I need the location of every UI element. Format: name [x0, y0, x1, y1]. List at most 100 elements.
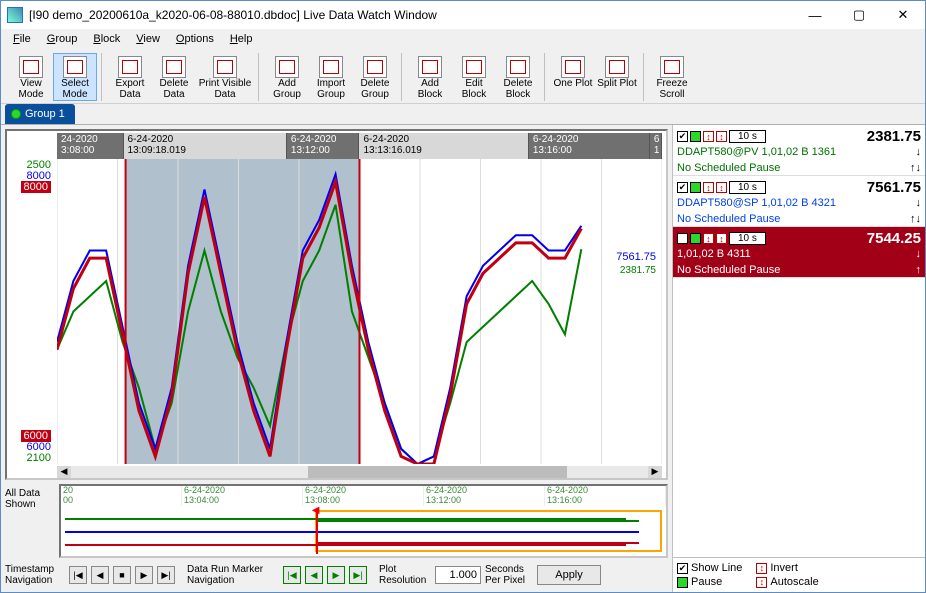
signal-show-checkbox[interactable]: ✔ [677, 182, 688, 193]
maximize-button[interactable]: ▢ [837, 1, 881, 29]
signal-interval[interactable]: 10 s [729, 130, 766, 143]
invert-checkbox[interactable]: ↕ [756, 563, 767, 574]
add-block-button[interactable]: Add Block [408, 53, 452, 101]
marker-value-red: 7561.75 [616, 251, 656, 263]
view-mode-button[interactable]: View Mode [9, 53, 53, 101]
axis-bot-green: 2100 [27, 452, 51, 464]
edit-block-icon [462, 56, 486, 78]
tab-group-1[interactable]: Group 1 [5, 104, 75, 124]
overview-marker[interactable]: ◀ [316, 508, 318, 554]
overview-tick: 6-24-202013:08:00 [303, 486, 424, 506]
overview-label: All Data Shown [5, 484, 53, 558]
pause-label: Pause [691, 576, 722, 588]
signal-autoscale-checkbox[interactable]: ↕ [716, 182, 727, 193]
chart-plot[interactable] [57, 159, 662, 464]
arrow-down-icon[interactable]: ↓ [916, 146, 922, 158]
autoscale-label: Autoscale [770, 576, 818, 588]
select-mode-icon [63, 56, 87, 78]
pause-checkbox[interactable] [677, 577, 688, 588]
close-button[interactable]: ✕ [881, 1, 925, 29]
mk-next-button[interactable]: ▶ [327, 566, 345, 584]
signal-show-checkbox[interactable]: ✔ [677, 131, 688, 142]
arrow-up-icon[interactable]: ↑ [916, 264, 922, 276]
menu-group[interactable]: Group [41, 32, 84, 46]
mk-first-button[interactable]: |◀ [283, 566, 301, 584]
signal-pause-status: No Scheduled Pause [677, 213, 780, 225]
signal-interval[interactable]: 10 s [729, 181, 766, 194]
chart-time-cell[interactable]: 6-24-202013:16:00 [529, 133, 650, 159]
ts-next-button[interactable]: ▶ [135, 566, 153, 584]
delete-group-button[interactable]: Delete Group [353, 53, 397, 101]
signal-pause-checkbox[interactable] [690, 233, 701, 244]
ts-last-button[interactable]: ▶| [157, 566, 175, 584]
signal-row[interactable]: ✔↕↕10 s2381.75DDAPT580@PV 1,01,02 B 1361… [673, 125, 925, 176]
show-line-checkbox[interactable]: ✔ [677, 563, 688, 574]
signal-list: ✔↕↕10 s2381.75DDAPT580@PV 1,01,02 B 1361… [673, 125, 925, 278]
marker-value-green: 2381.75 [620, 265, 656, 276]
ts-prev-button[interactable]: ◀ [91, 566, 109, 584]
arrow-up-icon[interactable]: ↑↓ [910, 162, 921, 174]
signal-pause-checkbox[interactable] [690, 131, 701, 142]
add-group-button[interactable]: Add Group [265, 53, 309, 101]
signal-invert-checkbox[interactable]: ↕ [703, 182, 714, 193]
chart-scrollbar[interactable]: ◀ ▶ [57, 466, 662, 478]
import-group-button[interactable]: Import Group [309, 53, 353, 101]
plot-res-label: Plot Resolution [379, 564, 431, 586]
signal-row[interactable]: ✔↕↕10 s7561.75DDAPT580@SP 1,01,02 B 4321… [673, 176, 925, 227]
ts-stop-button[interactable]: ■ [113, 566, 131, 584]
split-plot-button[interactable]: Split Plot [595, 53, 639, 101]
menu-view[interactable]: View [130, 32, 166, 46]
scroll-thumb[interactable] [308, 466, 568, 478]
autoscale-checkbox[interactable]: ↕ [756, 577, 767, 588]
delete-group-icon [363, 56, 387, 78]
signal-value: 2381.75 [867, 128, 921, 145]
mk-last-button[interactable]: ▶| [349, 566, 367, 584]
delete-data-button[interactable]: Delete Data [152, 53, 196, 101]
ts-first-button[interactable]: |◀ [69, 566, 87, 584]
arrow-down-icon[interactable]: ↓ [916, 197, 922, 209]
show-line-label: Show Line [691, 562, 742, 574]
arrow-down-icon[interactable]: ↓ [916, 248, 922, 260]
overview-chart[interactable]: 20006-24-202013:04:006-24-202013:08:006-… [59, 484, 668, 558]
one-plot-button[interactable]: One Plot [551, 53, 595, 101]
scroll-right-icon[interactable]: ▶ [648, 466, 662, 478]
signal-show-checkbox[interactable]: ✔ [677, 233, 688, 244]
scroll-left-icon[interactable]: ◀ [57, 466, 71, 478]
edit-block-button[interactable]: Edit Block [452, 53, 496, 101]
chart-time-cell[interactable]: 24-20203:08:00 [57, 133, 124, 159]
minimize-button[interactable]: — [793, 1, 837, 29]
chart-time-cell[interactable]: 6-24-202013:09:18.019 [124, 133, 287, 159]
mk-prev-button[interactable]: ◀ [305, 566, 323, 584]
invert-label: Invert [770, 562, 798, 574]
add-block-icon [418, 56, 442, 78]
signal-value: 7544.25 [867, 230, 921, 247]
chart-time-cell[interactable]: 6-24-202013:12:00 [287, 133, 360, 159]
freeze-scroll-button[interactable]: Freeze Scroll [650, 53, 694, 101]
signal-invert-checkbox[interactable]: ↕ [703, 131, 714, 142]
signal-pause-checkbox[interactable] [690, 182, 701, 193]
add-group-icon [275, 56, 299, 78]
overview-tick: 6-24-202013:16:00 [545, 486, 666, 506]
signal-row[interactable]: ✔↕↕10 s7544.251,01,02 B 4311↓No Schedule… [673, 227, 925, 278]
export-data-button[interactable]: Export Data [108, 53, 152, 101]
signal-autoscale-checkbox[interactable]: ↕ [716, 131, 727, 142]
main-chart[interactable]: 24-20203:08:006-24-202013:09:18.0196-24-… [5, 129, 668, 480]
plot-res-input[interactable] [435, 566, 481, 584]
print-button[interactable]: Print Visible Data [196, 53, 254, 101]
select-mode-button[interactable]: Select Mode [53, 53, 97, 101]
chart-time-cell[interactable]: 6-24-202013:13:16.019 [359, 133, 528, 159]
menu-block[interactable]: Block [87, 32, 126, 46]
signal-autoscale-checkbox[interactable]: ↕ [716, 233, 727, 244]
menu-options[interactable]: Options [170, 32, 220, 46]
signal-interval[interactable]: 10 s [729, 232, 766, 245]
apply-button[interactable]: Apply [537, 565, 601, 585]
delete-block-button[interactable]: Delete Block [496, 53, 540, 101]
arrow-up-icon[interactable]: ↑↓ [910, 213, 921, 225]
signal-invert-checkbox[interactable]: ↕ [703, 233, 714, 244]
menu-file[interactable]: File [7, 32, 37, 46]
signal-value: 7561.75 [867, 179, 921, 196]
view-mode-icon [19, 56, 43, 78]
export-icon [118, 56, 142, 78]
menu-help[interactable]: Help [224, 32, 259, 46]
chart-time-cell[interactable]: 61 [650, 133, 662, 159]
